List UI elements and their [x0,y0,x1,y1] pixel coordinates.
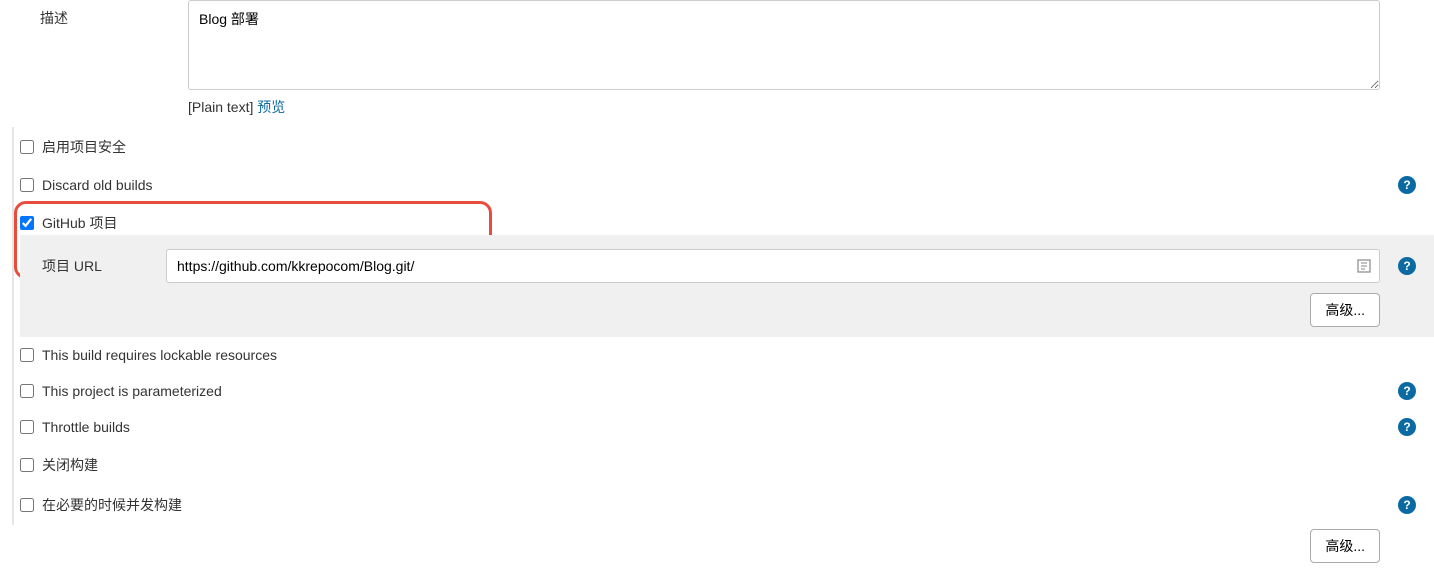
github-project-checkbox[interactable] [20,216,34,230]
advanced-button[interactable]: 高级... [1310,293,1380,327]
description-textarea[interactable] [188,0,1380,90]
help-icon[interactable]: ? [1398,257,1416,275]
help-icon[interactable]: ? [1398,382,1416,400]
description-label: 描述 [40,0,188,28]
close-build-checkbox[interactable] [20,458,34,472]
discard-old-label[interactable]: Discard old builds [42,177,153,193]
help-icon[interactable]: ? [1398,418,1416,436]
enable-security-checkbox[interactable] [20,140,34,154]
project-url-input[interactable] [166,249,1380,283]
lockable-label[interactable]: This build requires lockable resources [42,347,277,363]
github-project-label[interactable]: GitHub 项目 [42,213,117,233]
parameterized-checkbox[interactable] [20,384,34,398]
throttle-label[interactable]: Throttle builds [42,419,130,435]
help-icon[interactable]: ? [1398,176,1416,194]
project-url-label: 项目 URL [20,256,166,276]
concurrent-label[interactable]: 在必要的时候并发构建 [42,495,182,515]
help-icon[interactable]: ? [1398,496,1416,514]
preview-link[interactable]: 预览 [257,99,285,115]
close-build-label[interactable]: 关闭构建 [42,455,98,475]
enable-security-label[interactable]: 启用项目安全 [42,137,126,157]
parameterized-label[interactable]: This project is parameterized [42,383,222,399]
lockable-checkbox[interactable] [20,348,34,362]
advanced-button-bottom[interactable]: 高级... [1310,529,1380,563]
concurrent-checkbox[interactable] [20,498,34,512]
format-prefix: [Plain text] [188,99,253,115]
discard-old-checkbox[interactable] [20,178,34,192]
throttle-checkbox[interactable] [20,420,34,434]
